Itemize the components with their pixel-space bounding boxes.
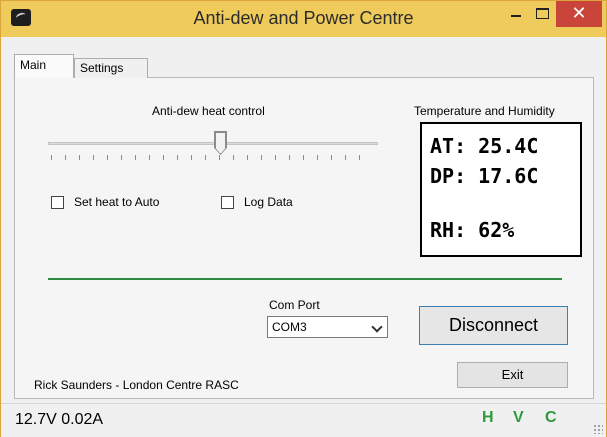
com-port-label: Com Port bbox=[269, 298, 320, 312]
readout-title: Temperature and Humidity bbox=[414, 104, 555, 118]
disconnect-button[interactable]: Disconnect bbox=[419, 306, 568, 345]
maximize-icon[interactable] bbox=[529, 1, 555, 27]
status-flag-h: H bbox=[482, 409, 494, 426]
auto-heat-checkbox[interactable] bbox=[51, 196, 64, 209]
dew-point-value: DP: 17.6C bbox=[430, 164, 539, 188]
power-readout: 12.7V 0.02A bbox=[15, 411, 104, 428]
exit-button[interactable]: Exit bbox=[457, 362, 568, 388]
status-flag-c: C bbox=[545, 409, 557, 426]
air-temp-value: AT: 25.4C bbox=[430, 134, 539, 158]
heat-control-label: Anti-dew heat control bbox=[152, 104, 265, 118]
credit-text: Rick Saunders - London Centre RASC bbox=[34, 378, 239, 392]
divider-line bbox=[48, 278, 562, 280]
close-icon[interactable]: ✕ bbox=[556, 1, 602, 27]
com-port-value: COM3 bbox=[272, 320, 307, 334]
com-port-select[interactable]: COM3 bbox=[267, 316, 388, 338]
heat-slider-track[interactable] bbox=[48, 142, 378, 145]
status-bar: 12.7V 0.02A H V C bbox=[1, 403, 606, 437]
log-data-label: Log Data bbox=[244, 195, 293, 209]
log-data-checkbox[interactable] bbox=[221, 196, 234, 209]
minimize-icon[interactable] bbox=[503, 1, 529, 27]
resize-grip-icon[interactable] bbox=[593, 424, 603, 434]
chevron-down-icon bbox=[371, 321, 383, 333]
temperature-humidity-readout: AT: 25.4C DP: 17.6C RH: 62% bbox=[420, 122, 582, 257]
humidity-value: RH: 62% bbox=[430, 218, 515, 242]
auto-heat-label: Set heat to Auto bbox=[74, 195, 160, 209]
status-flag-v: V bbox=[513, 409, 524, 426]
tab-main[interactable]: Main bbox=[14, 54, 74, 78]
app-window: Anti-dew and Power Centre ✕ Main Setting… bbox=[0, 0, 607, 437]
tab-settings[interactable]: Settings bbox=[74, 58, 148, 78]
title-bar[interactable]: Anti-dew and Power Centre ✕ bbox=[1, 1, 606, 37]
heat-slider-ticks bbox=[51, 155, 373, 160]
